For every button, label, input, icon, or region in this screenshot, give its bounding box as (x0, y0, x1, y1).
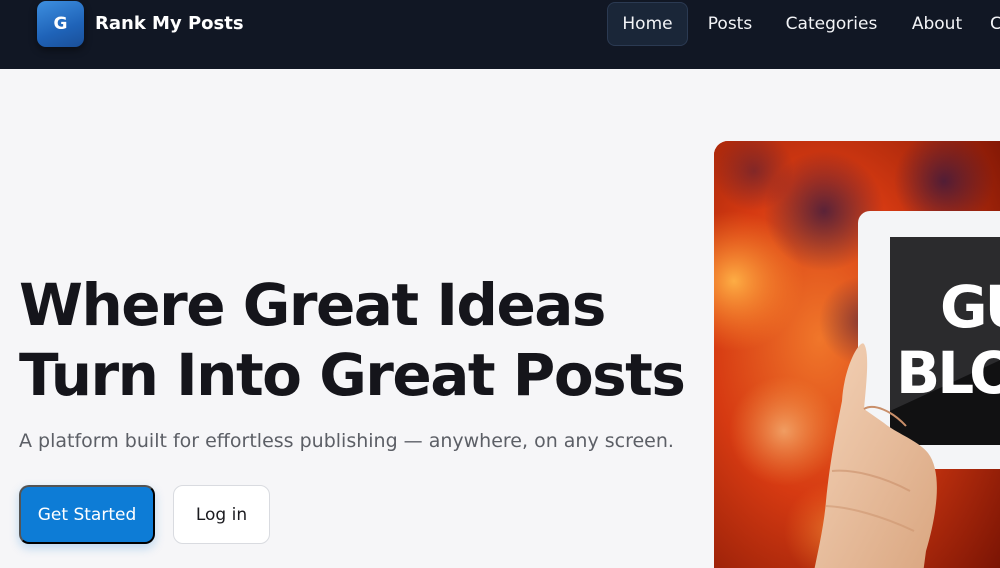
nav-link-home[interactable]: Home (607, 2, 688, 46)
logo-icon[interactable]: G (37, 1, 84, 47)
hero-subtitle: A platform built for effortless publishi… (19, 430, 674, 452)
nav-link-posts[interactable]: Posts (697, 2, 763, 46)
get-started-button[interactable]: Get Started (19, 485, 155, 544)
top-navbar: G Rank My Posts Home Posts Categories Ab… (0, 0, 1000, 69)
guest-blog-photo: GU BLO (714, 141, 1000, 568)
hero-title-line-2: Turn Into Great Posts (19, 341, 686, 409)
nav-link-about[interactable]: About (898, 2, 976, 46)
hero-title-line-1: Where Great Ideas (19, 271, 606, 339)
tablet-text-line-1: GU (940, 273, 1000, 341)
nav-link-partial[interactable]: C (990, 2, 1000, 46)
logo-letter: G (53, 14, 68, 34)
hero-image: GU BLO (714, 141, 1000, 568)
login-button[interactable]: Log in (173, 485, 270, 544)
nav-link-categories[interactable]: Categories (774, 2, 889, 46)
hero-title: Where Great Ideas Turn Into Great Posts (19, 270, 686, 410)
tablet-text-line-2: BLO (896, 339, 1000, 407)
brand-name[interactable]: Rank My Posts (95, 13, 244, 34)
